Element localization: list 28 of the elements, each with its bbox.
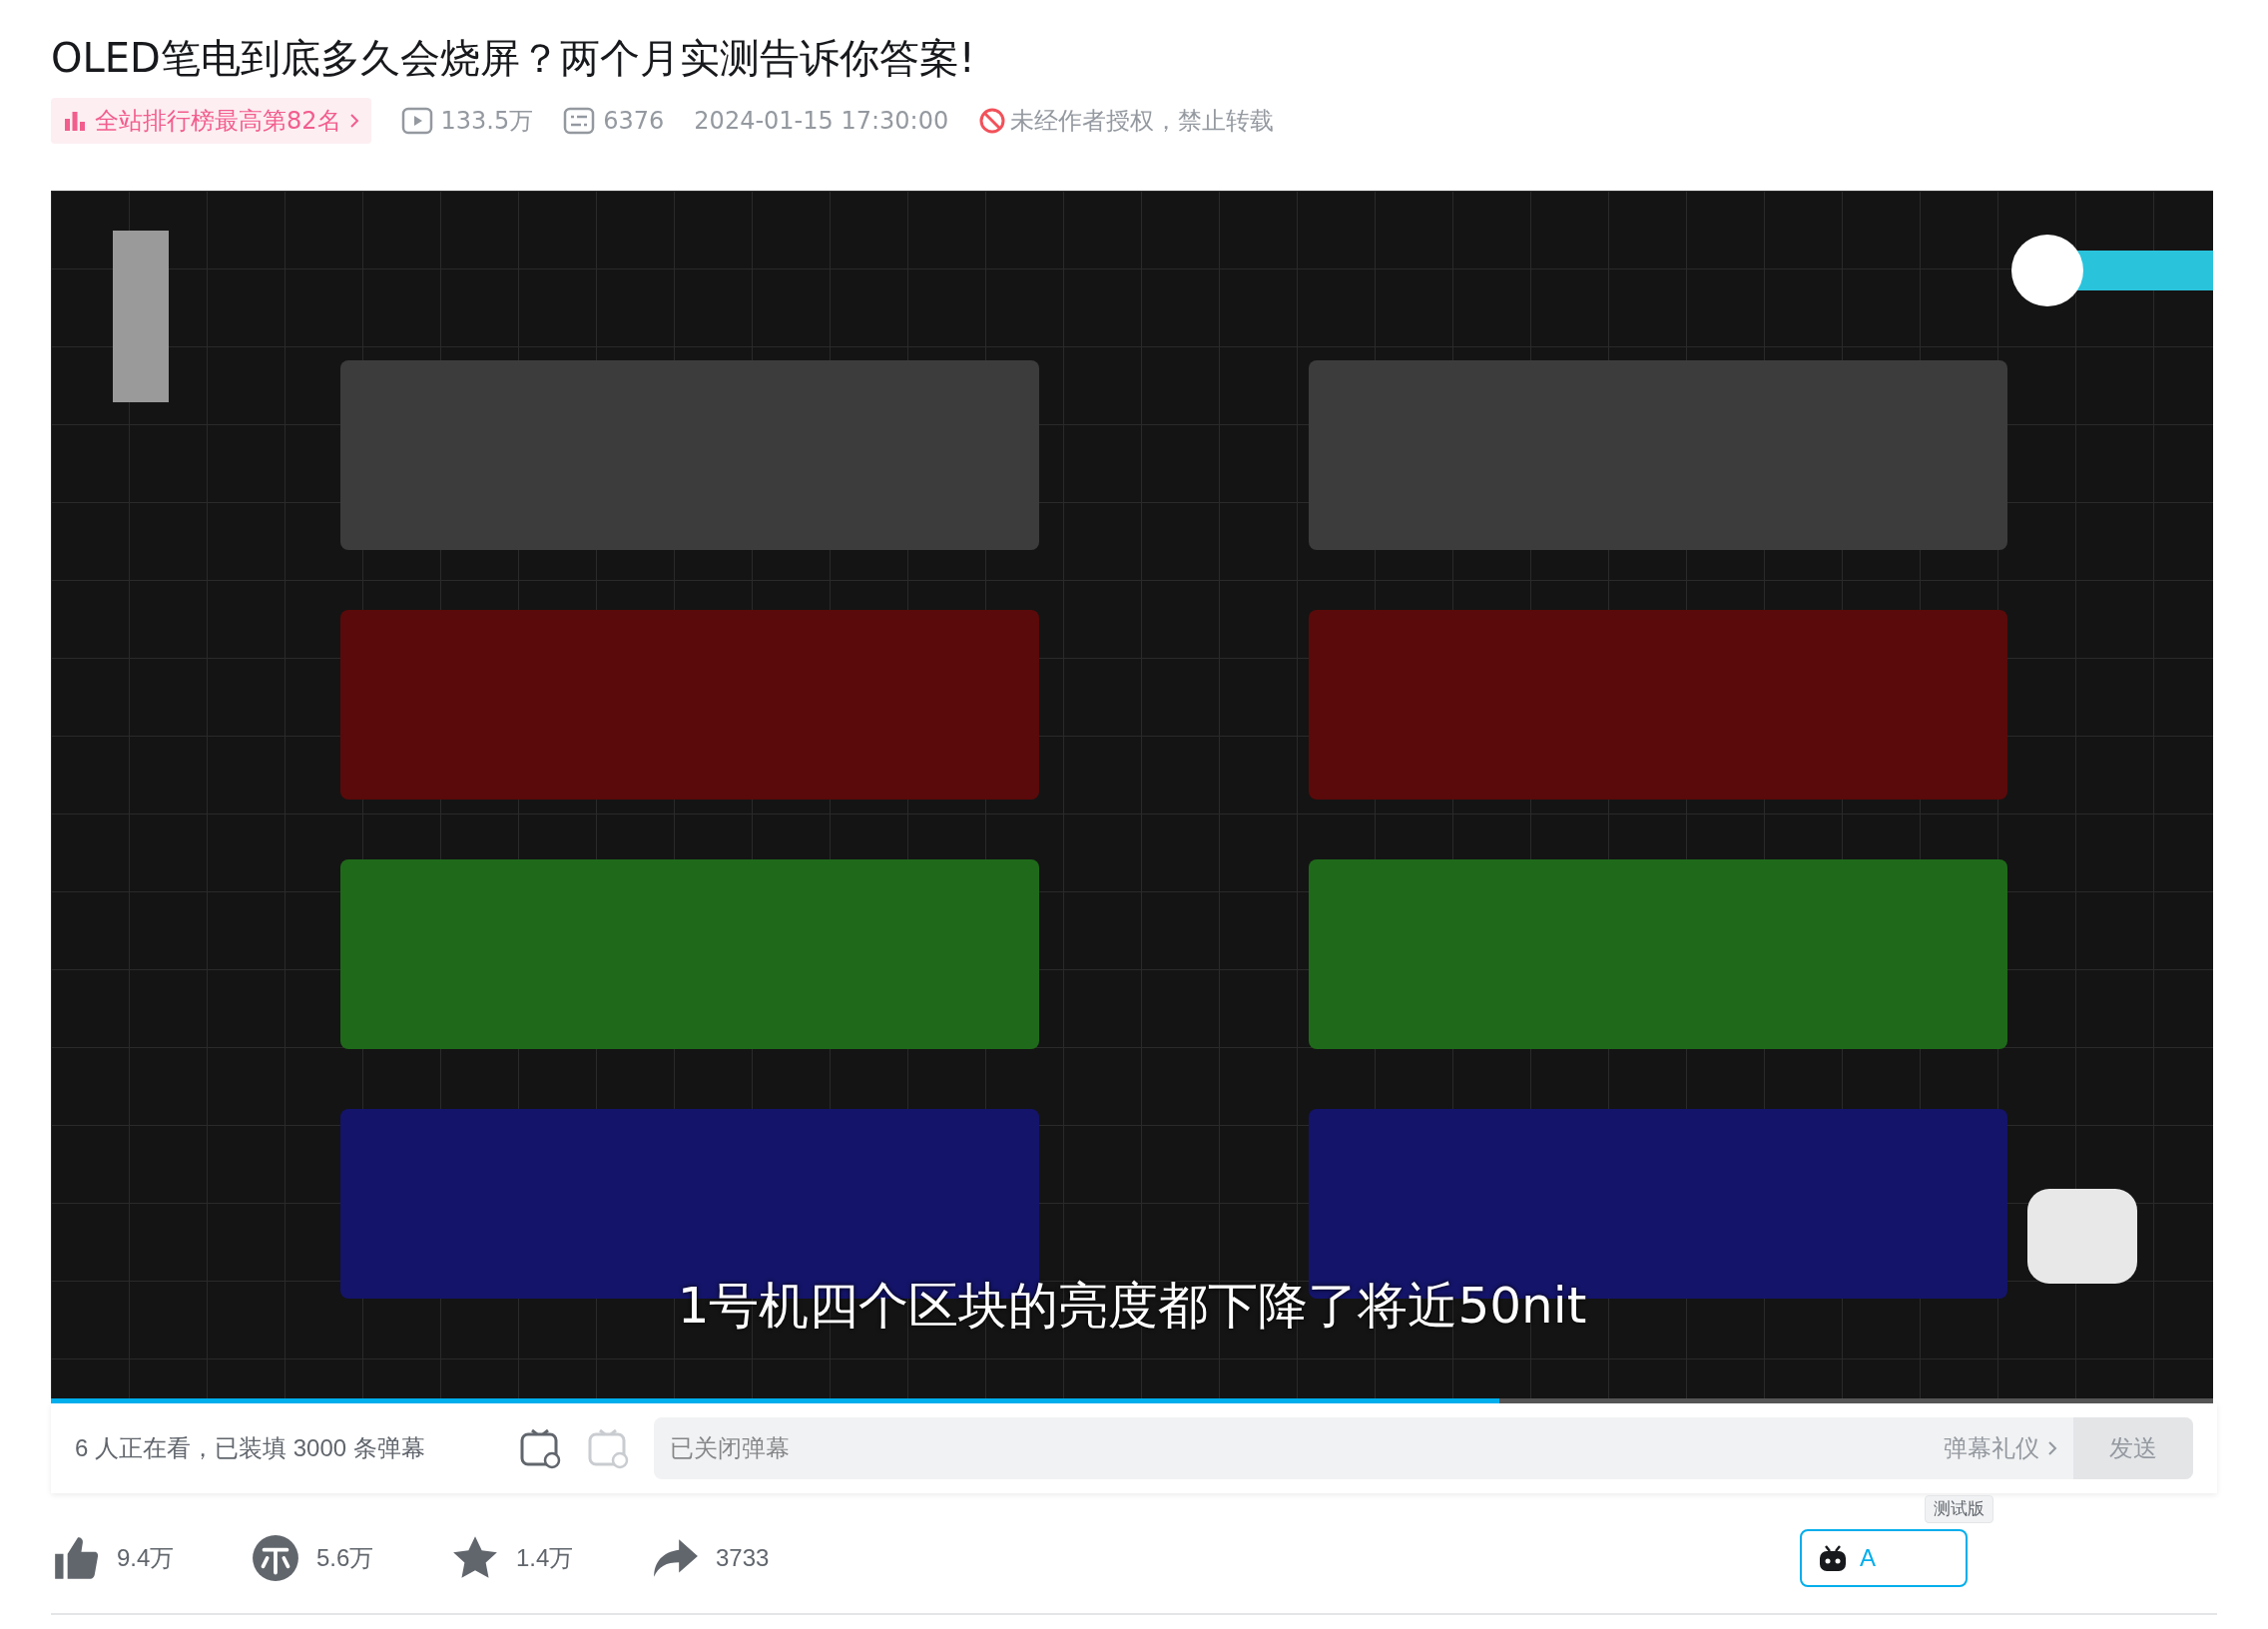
- danmaku-icon: [563, 107, 596, 135]
- prohibited-icon: [978, 107, 1007, 135]
- copyright-notice: 未经作者授权，禁止转载: [1010, 106, 1275, 137]
- action-count: 5.6万: [316, 1543, 374, 1573]
- video-title: OLED笔电到底多久会烧屏？两个月实测告诉你答案!: [51, 34, 976, 83]
- send-button[interactable]: 发送: [2073, 1417, 2193, 1479]
- play-icon: [400, 107, 433, 135]
- view-count: 133.5万: [440, 106, 534, 137]
- coin-icon[interactable]: [251, 1533, 300, 1583]
- chevron-right-icon: [2047, 1440, 2057, 1456]
- action-count: 3733: [716, 1543, 770, 1573]
- action-count: 9.4万: [117, 1543, 175, 1573]
- viewer-count: 6 人正在看，已装填 3000 条弹幕: [75, 1433, 426, 1463]
- chevron-right-icon: [348, 113, 359, 129]
- robot-icon: [1818, 1544, 1848, 1572]
- etiquette-link[interactable]: 弹幕礼仪: [1928, 1430, 2073, 1466]
- action-count: 1.4万: [516, 1543, 574, 1573]
- progress-track[interactable]: [51, 1398, 2213, 1403]
- danmaku-count: 6376: [603, 106, 665, 137]
- ai-assistant-button[interactable]: A: [1800, 1529, 1968, 1587]
- ranking-badge[interactable]: 全站排行榜最高第82名: [51, 98, 371, 144]
- video-player[interactable]: 1号机四个区块的亮度都下降了将近50nit: [51, 191, 2213, 1403]
- publish-date: 2024-01-15 17:30:00: [694, 106, 949, 137]
- danmaku-toggle-icon[interactable]: [518, 1426, 562, 1470]
- bar-chart-icon: [63, 109, 87, 133]
- beta-badge: 测试版: [1925, 1495, 1993, 1523]
- subtitle: 1号机四个区块的亮度都下降了将近50nit: [677, 1276, 1587, 1337]
- danmaku-input[interactable]: 已关闭弹幕 弹幕礼仪 发送: [654, 1417, 2193, 1479]
